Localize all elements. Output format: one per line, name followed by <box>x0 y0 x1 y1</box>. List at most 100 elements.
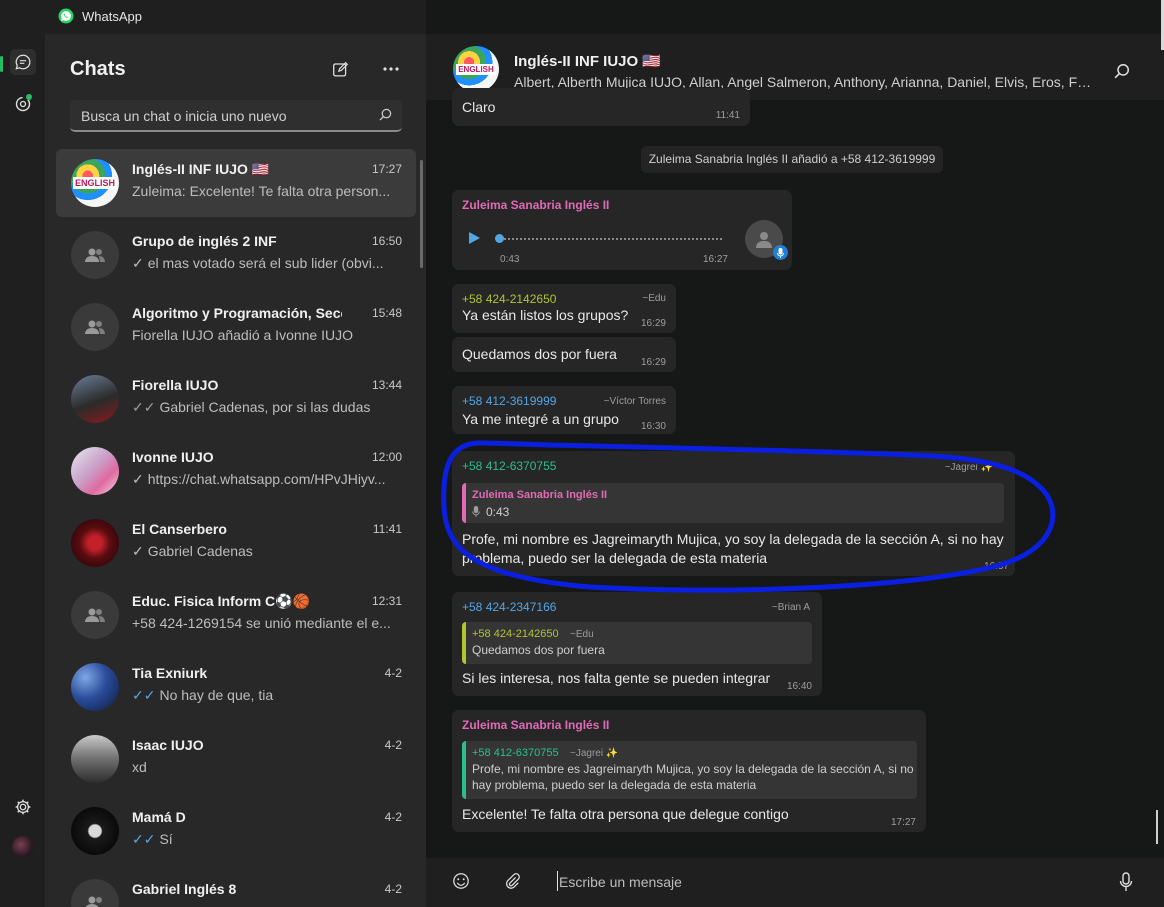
avatar <box>71 807 119 855</box>
voice-message-bubble[interactable]: Zuleima Sanabria Inglés II 0:43 16:27 <box>452 190 792 270</box>
message-time: 17:27 <box>890 817 916 828</box>
quoted-message[interactable]: Zuleima Sanabria Inglés II 0:43 <box>462 483 1004 523</box>
quoted-message[interactable]: +58 424-2142650 ~Edu Quedamos dos por fu… <box>462 622 812 664</box>
chat-time: 4-2 <box>384 882 402 896</box>
chat-time: 17:27 <box>371 162 402 176</box>
chat-item[interactable]: Mamá D 4-2 ✓✓ Sí <box>56 797 416 865</box>
chat-name: Algoritmo y Programación, Sección <box>132 305 342 321</box>
conversation-panel: ENGLISH Inglés-II INF IUJO 🇺🇸 Albert, Al… <box>426 0 1164 907</box>
audio-progress-knob[interactable] <box>495 234 504 243</box>
audio-progress-track[interactable] <box>496 238 722 240</box>
chat-list-panel: Chats Busca un chat o inicia uno nuevo E… <box>45 34 426 907</box>
profile-nav-button[interactable] <box>10 834 36 860</box>
quote-text-line-1: Profe, mi nombre es Jagreimaryth Mujica,… <box>472 762 914 776</box>
message-bubble[interactable]: Claro 11:41 <box>452 88 750 126</box>
new-chat-button[interactable] <box>330 59 350 79</box>
attach-icon[interactable] <box>503 872 521 890</box>
message-bubble[interactable]: +58 424-2347166 ~Brian A +58 424-2142650… <box>452 592 822 696</box>
quote-sender: +58 424-2142650 <box>472 628 559 640</box>
chat-preview: +58 424-1269154 se unió mediante el e... <box>132 615 391 631</box>
status-nav-button[interactable] <box>10 90 36 116</box>
chat-item[interactable]: ENGLISH Inglés-II INF IUJO 🇺🇸 17:27 Zule… <box>56 149 416 217</box>
quote-text: Quedamos dos por fuera <box>472 643 605 657</box>
microphone-icon[interactable] <box>1118 872 1134 892</box>
chat-time: 12:00 <box>371 450 402 464</box>
chat-preview: ✓ https://chat.whatsapp.com/HPvJHiyv... <box>132 471 386 487</box>
avatar <box>71 663 119 711</box>
message-time: 16:40 <box>786 681 812 692</box>
mic-icon <box>472 506 480 517</box>
message-text: Ya están listos los grupos? <box>462 307 629 323</box>
sender-alias: ~Brian A <box>771 602 810 613</box>
chat-time: 16:50 <box>371 234 402 248</box>
message-sender: +58 412-3619999 <box>462 394 557 408</box>
search-input[interactable]: Busca un chat o inicia uno nuevo <box>70 100 402 132</box>
chat-time: 12:31 <box>371 594 402 608</box>
avatar <box>71 519 119 567</box>
message-sender: Zuleima Sanabria Inglés II <box>462 718 610 732</box>
chat-item[interactable]: Algoritmo y Programación, Sección 15:48 … <box>56 293 416 361</box>
chat-name: Inglés-II INF IUJO 🇺🇸 <box>132 161 270 177</box>
chat-name: El Canserbero <box>132 521 227 537</box>
chat-list-scrollbar[interactable] <box>420 160 423 268</box>
search-icon[interactable] <box>1114 63 1130 79</box>
message-time: 16:27 <box>702 254 728 265</box>
message-bubble[interactable]: +58 412-3619999 ~Víctor Torres Ya me int… <box>452 386 676 434</box>
read-tick-icon: ✓✓ <box>132 399 156 415</box>
chat-item[interactable]: Grupo de inglés 2 INF 16:50 ✓ el mas vota… <box>56 221 416 289</box>
message-time: 16:29 <box>640 318 666 329</box>
group-avatar <box>71 303 119 351</box>
play-icon[interactable] <box>466 230 482 246</box>
message-list[interactable]: Claro 11:41 Zuleima Sanabria Inglés II a… <box>426 88 1164 858</box>
settings-nav-button[interactable] <box>10 794 36 820</box>
compose-icon <box>332 61 348 77</box>
message-text-line-2: problema, puedo ser la delegada de esta … <box>462 550 768 566</box>
quote-alias: ~Jagrei ✨ <box>570 748 619 759</box>
group-icon <box>85 248 105 262</box>
chats-nav-button[interactable] <box>10 49 36 75</box>
chat-item[interactable]: Gabriel Inglés 8 4-2 <box>56 869 416 907</box>
chat-preview: xd <box>132 759 147 775</box>
chat-item[interactable]: Fiorella IUJO 13:44 ✓✓ Gabriel Cadenas, p… <box>56 365 416 433</box>
message-bubble[interactable]: Quedamos dos por fuera 16:29 <box>452 337 676 372</box>
app-title: WhatsApp <box>82 9 142 24</box>
emoji-icon[interactable] <box>452 872 470 890</box>
more-horizontal-icon <box>383 67 399 71</box>
chat-item[interactable]: Educ. Fisica Inform C⚽🏀 12:31 +58 424-12… <box>56 581 416 649</box>
group-avatar[interactable]: ENGLISH <box>453 46 499 92</box>
active-indicator <box>0 56 3 72</box>
read-tick-icon: ✓✓ <box>132 687 156 703</box>
chat-item[interactable]: Isaac IUJO 4-2 xd <box>56 725 416 793</box>
chat-time: 15:48 <box>371 306 402 320</box>
sent-tick-icon: ✓ <box>132 255 144 271</box>
message-bubble[interactable]: Zuleima Sanabria Inglés II +58 412-63707… <box>452 710 926 832</box>
chat-preview: ✓ Gabriel Cadenas <box>132 543 253 559</box>
chat-bubble-icon <box>15 54 31 70</box>
menu-button[interactable] <box>381 59 401 79</box>
chat-preview: ✓✓ No hay de que, tia <box>132 687 274 703</box>
message-input[interactable]: Escribe un mensaje <box>559 874 682 890</box>
quote-sender: Zuleima Sanabria Inglés II <box>472 489 608 501</box>
quote-text: 0:43 <box>486 505 510 519</box>
message-time: 16:29 <box>640 357 666 368</box>
chat-name: Tia Exniurk <box>132 665 208 681</box>
chat-time: 13:44 <box>371 378 402 392</box>
chat-item[interactable]: Ivonne IUJO 12:00 ✓ https://chat.whatsapp… <box>56 437 416 505</box>
message-scrollbar[interactable] <box>1156 810 1158 844</box>
message-bubble[interactable]: +58 412-6370755 ~Jagrei ✨ Zuleima Sanabr… <box>452 451 1015 576</box>
chat-preview: ✓✓ Sí <box>132 831 173 847</box>
text-caret <box>557 871 558 891</box>
search-icon <box>379 108 392 121</box>
quoted-message[interactable]: +58 412-6370755 ~Jagrei ✨ Profe, mi nomb… <box>462 741 917 799</box>
chat-item[interactable]: Tia Exniurk 4-2 ✓✓ No hay de que, tia <box>56 653 416 721</box>
message-text: Claro <box>462 99 496 115</box>
group-icon <box>85 320 105 334</box>
mic-badge-icon <box>773 245 788 260</box>
quote-bar <box>462 622 466 664</box>
chat-item[interactable]: El Canserbero 11:41 ✓ Gabriel Cadenas <box>56 509 416 577</box>
message-time: 16:30 <box>640 421 666 432</box>
group-avatar <box>71 879 119 907</box>
message-bubble[interactable]: +58 424-2142650 ~Edu Ya están listos los… <box>452 284 676 333</box>
person-icon <box>756 232 772 248</box>
quote-sender: +58 412-6370755 <box>472 747 559 759</box>
